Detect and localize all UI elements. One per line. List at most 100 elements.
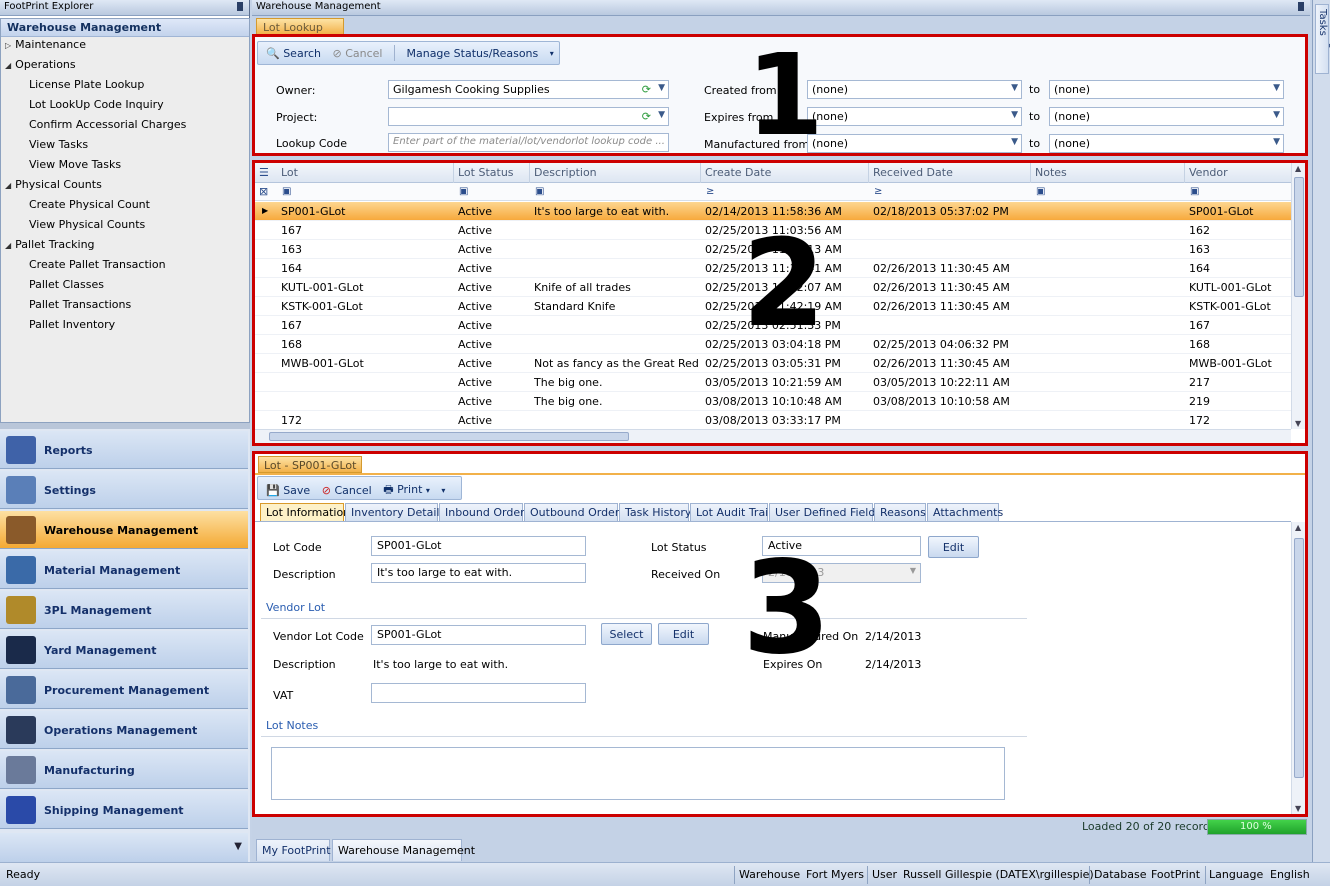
tree-item[interactable]: Create Pallet Transaction (29, 258, 166, 271)
tree-item[interactable]: Confirm Accessorial Charges (29, 118, 186, 131)
cancel-search-button[interactable]: ⊘ Cancel (329, 46, 387, 61)
nav-3pl-management[interactable]: 3PL Management (0, 591, 248, 629)
column-header[interactable]: Description (530, 163, 701, 183)
clear-filter-icon[interactable]: ⊠ (259, 185, 268, 198)
detail-scrollbar[interactable]: ▲ ▼ (1291, 522, 1305, 814)
tree-item[interactable]: ◢ Operations (5, 58, 76, 71)
scroll-up-icon[interactable]: ▲ (1295, 164, 1301, 173)
expanded-icon[interactable]: ◢ (5, 241, 11, 250)
tab-outbound-orders[interactable]: Outbound Orders (524, 503, 625, 521)
column-header[interactable]: Create Date (701, 163, 869, 183)
nav-shipping-management[interactable]: Shipping Management (0, 791, 248, 829)
nav-overflow-bar[interactable]: ▼ (0, 833, 248, 862)
filter-cell[interactable]: ▣ (459, 186, 468, 197)
filter-cell[interactable]: ≥ (874, 186, 882, 197)
chevron-down-icon[interactable]: ▼ (234, 841, 242, 852)
tree-item[interactable]: ◢ Physical Counts (5, 178, 102, 191)
tree-item[interactable]: Pallet Classes (29, 278, 104, 291)
search-button[interactable]: 🔍 Search (262, 46, 325, 61)
manufactured-from-select[interactable]: (none) ▼ (807, 134, 1022, 153)
nav-settings[interactable]: Settings (0, 471, 248, 509)
table-row[interactable]: Active The big one. 03/08/2013 10:10:48 AM… (255, 392, 1291, 411)
expires-to-select[interactable]: (none) ▼ (1049, 107, 1284, 126)
created-to-select[interactable]: (none) ▼ (1049, 80, 1284, 99)
toolbar-overflow-icon[interactable]: ▾ (437, 485, 449, 496)
tab-lot-lookup[interactable]: Lot Lookup ✕ (256, 18, 344, 47)
filter-cell[interactable]: ▣ (1036, 186, 1045, 197)
chevron-down-icon[interactable]: ▼ (1273, 137, 1280, 147)
nav-reports[interactable]: Reports (0, 431, 248, 469)
pending-tasks-panel[interactable]: Pending Tasks (1312, 0, 1330, 862)
pin-icon[interactable] (1298, 2, 1304, 11)
tab-reasons[interactable]: Reasons (874, 503, 926, 521)
chevron-down-icon[interactable]: ▼ (658, 110, 665, 120)
column-header[interactable]: Lot (277, 163, 454, 183)
chevron-down-icon[interactable]: ▼ (1011, 137, 1018, 147)
tree-item[interactable]: View Physical Counts (29, 218, 145, 231)
tree-item[interactable]: View Tasks (29, 138, 88, 151)
tab-lot-information[interactable]: Lot Information (260, 503, 350, 521)
cancel-button[interactable]: ⊘ Cancel (318, 483, 376, 498)
filter-cell[interactable]: ▣ (1190, 186, 1199, 197)
owner-select[interactable]: Gilgamesh Cooking Supplies ⟳ ▼ (388, 80, 669, 99)
scroll-thumb[interactable] (1294, 177, 1304, 297)
tab-inventory-details[interactable]: Inventory Details (345, 503, 445, 521)
scroll-thumb[interactable] (1294, 538, 1304, 778)
print-button[interactable]: 🖶 Print ▾ (379, 480, 434, 501)
toolbar-overflow-icon[interactable]: ▾ (546, 48, 558, 59)
tree-item[interactable]: Pallet Inventory (29, 318, 115, 331)
bottom-tab[interactable]: Warehouse Management (332, 839, 475, 861)
column-header[interactable]: Lot Status (454, 163, 530, 183)
tab-lot-audit-trail[interactable]: Lot Audit Trail (690, 503, 771, 521)
expanded-icon[interactable]: ◢ (5, 61, 11, 70)
description-field[interactable]: It's too large to eat with. (371, 563, 586, 583)
lot-notes-textarea[interactable] (271, 747, 1005, 800)
scroll-down-icon[interactable]: ▼ (1295, 804, 1301, 813)
column-header[interactable]: Received Date (869, 163, 1031, 183)
column-chooser-icon[interactable]: ☰ (259, 166, 269, 179)
lot-code-field[interactable]: SP001-GLot (371, 536, 586, 556)
collapsed-icon[interactable]: ▷ (5, 41, 11, 50)
chevron-down-icon[interactable]: ▼ (1011, 83, 1018, 93)
chevron-down-icon[interactable]: ▼ (1011, 110, 1018, 120)
tree-item[interactable]: License Plate Lookup (29, 78, 144, 91)
scroll-down-icon[interactable]: ▼ (1295, 419, 1301, 428)
chevron-down-icon[interactable]: ▾ (426, 486, 430, 495)
table-row[interactable]: MWB-001-GLot Active Not as fancy as the Gr… (255, 354, 1291, 373)
expires-from-select[interactable]: (none) ▼ (807, 107, 1022, 126)
filter-cell[interactable]: ▣ (282, 186, 291, 197)
lot-detail-tab[interactable]: Lot - SP001-GLot (258, 456, 363, 473)
manufactured-to-select[interactable]: (none) ▼ (1049, 134, 1284, 153)
tree-item[interactable]: ▷ Maintenance (5, 38, 86, 51)
project-select[interactable]: ⟳ ▼ (388, 107, 669, 126)
refresh-icon[interactable]: ⟳ (642, 110, 651, 123)
column-header[interactable]: Vendor (1185, 163, 1291, 183)
lot-status-edit-button[interactable]: Edit (928, 536, 979, 558)
tree-item[interactable]: Pallet Transactions (29, 298, 131, 311)
expanded-icon[interactable]: ◢ (5, 181, 11, 190)
tree-item[interactable]: ◢ Pallet Tracking (5, 238, 95, 251)
hscroll-thumb[interactable] (269, 432, 629, 441)
tab-task-history[interactable]: Task History (619, 503, 691, 521)
nav-manufacturing[interactable]: Manufacturing (0, 751, 248, 789)
chevron-down-icon[interactable]: ▼ (658, 83, 665, 93)
vendor-lot-code-field[interactable]: SP001-GLot (371, 625, 586, 645)
bottom-tab[interactable]: My FootPrint (256, 839, 331, 861)
tab-attachments[interactable]: Attachments (927, 503, 1003, 521)
vertical-scrollbar[interactable]: ▲ ▼ (1291, 163, 1305, 429)
scroll-up-icon[interactable]: ▲ (1295, 523, 1301, 532)
tree-item[interactable]: View Move Tasks (29, 158, 121, 171)
created-from-select[interactable]: (none) ▼ (807, 80, 1022, 99)
column-header[interactable]: Notes (1031, 163, 1185, 183)
manage-status-button[interactable]: Manage Status/Reasons (402, 46, 542, 61)
nav-procurement-management[interactable]: Procurement Management (0, 671, 248, 709)
chevron-down-icon[interactable]: ▼ (1273, 83, 1280, 93)
nav-operations-management[interactable]: Operations Management (0, 711, 248, 749)
nav-yard-management[interactable]: Yard Management (0, 631, 248, 669)
filter-cell[interactable]: ≥ (706, 186, 714, 197)
vat-field[interactable] (371, 683, 586, 703)
chevron-down-icon[interactable]: ▼ (1273, 110, 1280, 120)
lookup-code-input[interactable]: Enter part of the material/lot/vendorlot… (388, 133, 669, 152)
horizontal-scrollbar[interactable] (255, 429, 1291, 443)
tree-item[interactable]: Lot LookUp Code Inquiry (29, 98, 164, 111)
